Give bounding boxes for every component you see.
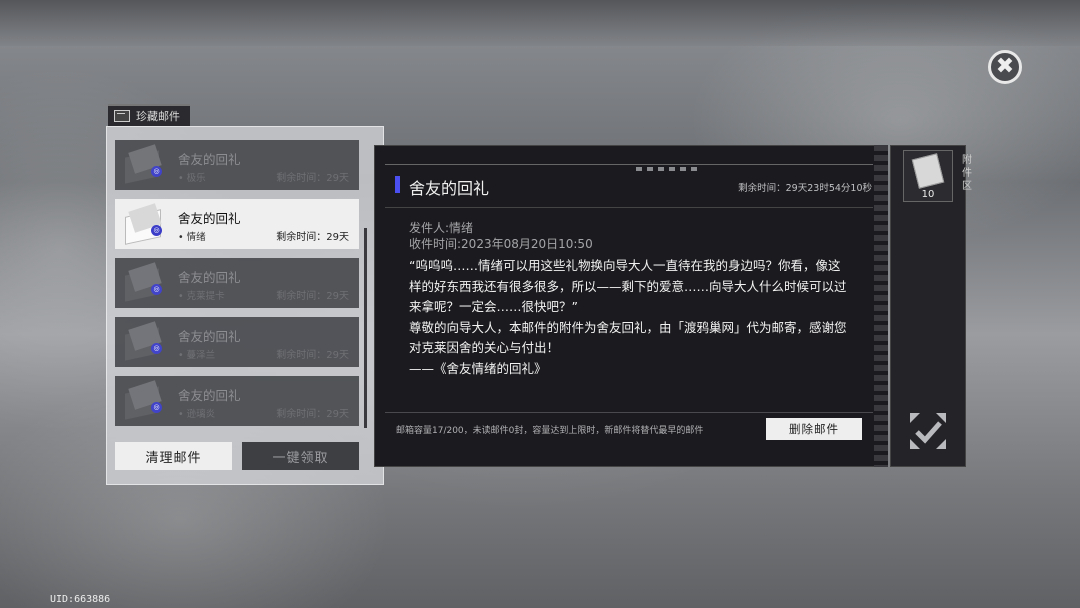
tab-label: 珍藏邮件 [136, 110, 180, 123]
title-accent-bar [395, 176, 400, 193]
mail-list-item[interactable]: ◎ 舍友的回礼 • 克莱提卡 剩余时间：29天 [115, 258, 359, 308]
envelope-open-icon: ◎ [125, 203, 165, 245]
mail-sender: 发件人:情绪 [409, 221, 474, 235]
mail-item-remaining: 剩余时间：29天 [276, 409, 349, 420]
mail-body: “呜呜呜……情绪可以用这些礼物换向导大人一直待在我的身边吗？你看，像这样的好东西… [409, 256, 849, 379]
claim-all-button[interactable]: 一键领取 [242, 442, 359, 470]
mail-item-title: 舍友的回礼 [178, 329, 241, 344]
mail-list-item[interactable]: ◎ 舍友的回礼 • 极乐 剩余时间：29天 [115, 140, 359, 190]
user-id: UID:663886 [50, 594, 111, 605]
attachment-area-label: 附件区 [962, 155, 972, 192]
mail-item-remaining: 剩余时间：29天 [276, 350, 349, 361]
mail-list: ◎ 舍友的回礼 • 极乐 剩余时间：29天 ◎ 舍友的回礼 • 情绪 剩余时间：… [115, 140, 359, 435]
envelope-icon: ◎ [125, 144, 165, 184]
mail-item-title: 舍友的回礼 [178, 270, 241, 285]
mail-item-sender: • 克莱提卡 [178, 291, 225, 302]
mail-item-sender: • 极乐 [178, 173, 206, 184]
mail-item-remaining: 剩余时间：29天 [276, 173, 349, 184]
mail-title: 舍友的回礼 [409, 179, 490, 198]
mail-list-scrollbar[interactable] [364, 228, 367, 428]
mail-item-sender: • 蔓泽兰 [178, 350, 216, 361]
mail-received-time: 收件时间:2023年08月20日10:50 [409, 237, 593, 251]
mail-item-title: 舍友的回礼 [178, 152, 241, 167]
mail-list-item-selected[interactable]: ◎ 舍友的回礼 • 情绪 剩余时间：29天 [115, 199, 359, 249]
mail-item-title: 舍友的回礼 [178, 211, 241, 226]
close-button[interactable]: ✖ [988, 50, 1022, 84]
mail-remaining-time: 剩余时间：29天23时54分10秒 [738, 183, 872, 194]
footer-divider [385, 412, 873, 413]
attachment-count: 10 [921, 189, 935, 200]
envelope-icon: ◎ [125, 380, 165, 420]
collection-mail-tab[interactable]: 珍藏邮件 [108, 104, 190, 126]
delete-mail-button[interactable]: 删除邮件 [766, 418, 862, 440]
envelope-icon: ◎ [125, 321, 165, 361]
mail-body-paragraph: 尊敬的向导大人，本邮件的附件为舍友回礼，由「渡鸦巢网」代为邮寄，感谢您对克莱因舍… [409, 319, 847, 356]
header-dots-decoration [636, 167, 697, 171]
gift-paper-icon [911, 153, 945, 189]
clean-mail-button[interactable]: 清理邮件 [115, 442, 232, 470]
mail-folder-icon [114, 110, 130, 122]
mail-body-signature: ——《舍友情绪的回礼》 [409, 360, 547, 376]
mail-item-remaining: 剩余时间：29天 [276, 232, 349, 243]
mail-item-title: 舍友的回礼 [178, 388, 241, 403]
mail-item-sender: • 逊璃炎 [178, 409, 216, 420]
background-top-band [0, 0, 1080, 46]
mail-item-remaining: 剩余时间：29天 [276, 291, 349, 302]
mailbox-capacity-note: 邮箱容量17/200，未读邮件0封，容量达到上限时，新邮件将替代最早的邮件 [396, 426, 704, 436]
checkmark-icon[interactable] [908, 411, 948, 451]
mail-item-sender: • 情绪 [178, 232, 206, 243]
attachment-item[interactable]: 10 [903, 150, 953, 202]
mail-list-item[interactable]: ◎ 舍友的回礼 • 蔓泽兰 剩余时间：29天 [115, 317, 359, 367]
mail-body-paragraph: “呜呜呜……情绪可以用这些礼物换向导大人一直待在我的身边吗？你看，像这样的好东西… [409, 258, 847, 314]
close-x-icon: ✖ [995, 54, 1015, 79]
panel-edge-decoration [874, 145, 888, 467]
envelope-icon: ◎ [125, 262, 165, 302]
mail-list-item[interactable]: ◎ 舍友的回礼 • 逊璃炎 剩余时间：29天 [115, 376, 359, 426]
